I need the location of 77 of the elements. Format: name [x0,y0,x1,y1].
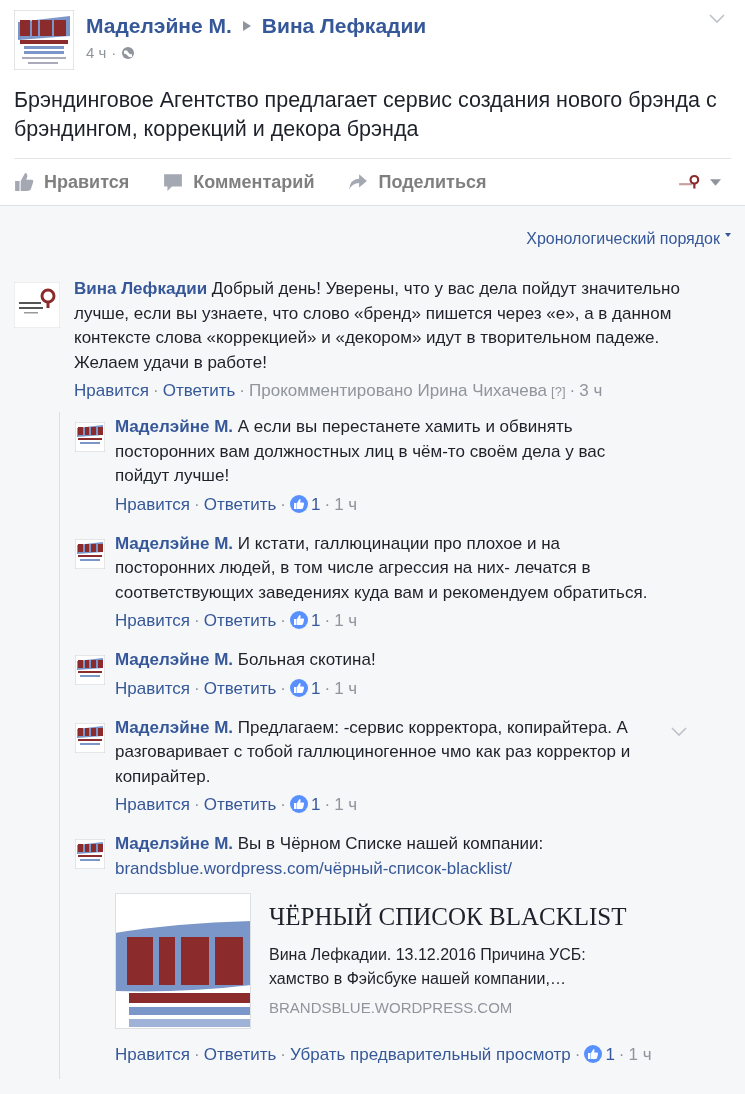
caret-icon [725,233,731,237]
triangle-icon [241,20,252,32]
comment-action-link[interactable]: Нравится [115,795,190,814]
separator: · [153,381,159,400]
comment-action-link[interactable]: Ответить [203,678,277,698]
separator: · [194,611,200,630]
separator: · [280,678,287,698]
comment-action-link[interactable]: Нравится [115,611,190,630]
preview-title[interactable]: ЧЁРНЫЙ СПИСОК BLACKLIST [269,902,624,931]
page-link[interactable]: Вина Лефкадии [261,14,427,38]
author-link[interactable]: Вина Лефкадии [74,279,208,298]
separator: · [280,795,287,814]
comment-action-link[interactable]: Нравится [115,678,190,698]
separator: · [324,678,331,698]
separator: · [324,494,331,514]
comment-action-link[interactable]: Нравится [74,381,149,400]
author-link[interactable]: Маделэйне М. [115,834,234,853]
separator: · [569,381,576,400]
comment-action-link[interactable]: Ответить [203,1044,277,1064]
like-icon [290,611,309,629]
comment-action-link[interactable]: Нравится [115,494,190,514]
comment-action-link[interactable]: Ответить [162,381,236,400]
commented-by-text: Прокомментировано Ирина Чихачева [249,381,548,400]
speech-bubble-icon [163,172,184,192]
separator: · [111,44,117,61]
like-count[interactable]: 1 [311,611,321,630]
comment-button[interactable]: Комментарий [163,171,315,193]
preview-description: Вина Лефкадии. 13.12.2016 Причина УСБ: хамство в Фэйсбуке нашей компании,… [269,944,587,989]
comment-text: Маделэйне М. Больная скотина! [115,649,376,671]
separator: · [324,795,331,814]
like-count[interactable]: 1 [311,494,321,514]
separator: · [194,494,200,514]
separator: · [618,1044,625,1064]
like-button[interactable]: Нравится [14,171,130,193]
author-link[interactable]: Маделэйне М. [115,533,234,553]
caret-icon[interactable] [710,178,721,186]
like-icon [290,494,309,513]
separator: · [194,795,200,814]
like-icon [290,795,309,813]
like-count[interactable]: 1 [311,795,321,814]
share-button[interactable]: Поделиться [348,171,487,193]
sort-dropdown[interactable]: Хронологический порядок [526,230,731,248]
separator: · [194,678,200,698]
comment-text: Вина Лефкадии Добрый день! Уверены, что у вас дела пойдут значительно лучше, если вы узнаете, что слово «бренд» пишется через «е», а в данном контексте слова «коррекцией» и «декором» идут в творительном падеже. Желаем удачи в работе! [74,278,681,374]
comment-action-link[interactable]: Убрать предварительный просмотр [290,1044,571,1064]
separator: · [324,611,331,630]
post-text: Брэндинговое Агентство предлагает сервис создания нового брэнда с брэндингом, коррекций и декора брэнда [14,87,718,143]
separator: · [280,611,287,630]
comment-text: Маделэйне М. И кстати, галлюцинации про плохое и на посторонних людей, в том числе агрессия на них- лечатся в соответствующих заведениях куда вам и рекомендуем обратиться. [115,532,649,604]
separator: · [280,494,287,514]
author-link[interactable]: Маделэйне М. [115,717,234,737]
separator: · [239,381,246,400]
share-arrow-icon [348,172,369,192]
page-logo-icon[interactable] [678,174,702,190]
comment-action-link[interactable]: Ответить [203,795,277,814]
comment-text: Маделэйне М. Предлагаем: -сервис корректора, копирайтера. А разговаривает с тобой галлюциногенное чмо как раз корректор и копирайтер. [115,716,632,788]
thumbs-up-icon [14,172,34,192]
comment-action-link[interactable]: Ответить [203,494,277,514]
author-link[interactable]: Маделэйне М. [86,14,232,38]
chevron-down-icon[interactable] [709,14,725,24]
comment-text: Маделэйне М. А если вы перестанете хамить и обвинять посторонних вам должностных лиц в чём-то своём дела у вас пойдут лучше! [115,416,607,487]
separator: · [280,1044,287,1064]
separator: · [574,1044,581,1064]
globe-icon[interactable] [121,45,136,60]
comment-text: Маделэйне М. Вы в Чёрном Списке нашей компании: [115,833,544,855]
like-count[interactable]: 1 [605,1044,615,1064]
like-count[interactable]: 1 [311,678,321,698]
comment-action-link[interactable]: Ответить [203,611,277,630]
separator: · [194,1044,200,1064]
chevron-down-icon[interactable] [671,726,687,737]
comment-action-link[interactable]: Нравится [115,1044,190,1064]
author-link[interactable]: Маделэйне М. [115,650,234,669]
author-link[interactable]: Маделэйне М. [115,417,234,436]
url-link[interactable]: brandsblue.wordpress.com/чёрный-список-blacklist/ [115,856,657,881]
like-icon [584,1044,603,1063]
like-icon [290,678,309,697]
preview-domain: BRANDSBLUE.WORDPRESS.COM [269,998,513,1016]
